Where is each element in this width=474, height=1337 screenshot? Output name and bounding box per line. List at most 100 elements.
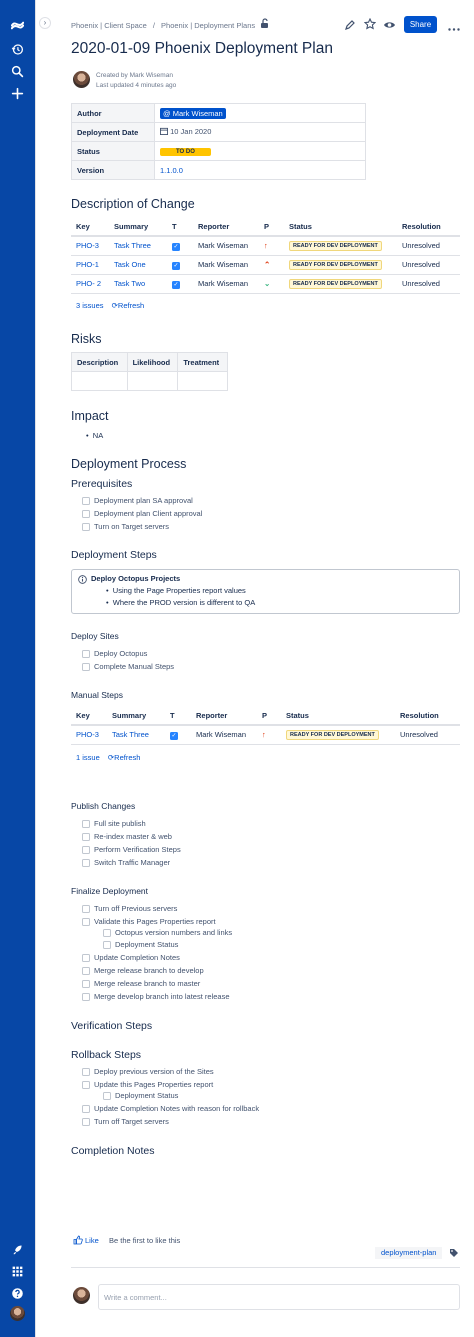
like-thumb-icon[interactable] <box>73 1235 83 1245</box>
task-checkbox[interactable] <box>103 928 111 937</box>
task-item[interactable]: Turn off Previous servers <box>82 904 177 913</box>
edit-pencil-icon[interactable] <box>344 19 356 31</box>
task-item[interactable]: Update this Pages Properties report <box>82 1080 213 1089</box>
task-checkbox[interactable] <box>82 509 90 518</box>
more-actions-icon[interactable] <box>448 24 460 31</box>
col-summary[interactable]: Summary <box>109 218 167 237</box>
task-checkbox[interactable] <box>82 819 90 828</box>
task-checkbox[interactable] <box>82 649 90 658</box>
help-icon[interactable] <box>9 1285 26 1302</box>
task-item[interactable]: Update Completion Notes <box>82 953 180 962</box>
calendar-icon <box>160 127 168 137</box>
issue-key[interactable]: PHO-1 <box>71 255 109 275</box>
like-button[interactable]: Like <box>85 1236 99 1245</box>
issue-count-link[interactable]: 1 issue <box>76 753 100 762</box>
task-item[interactable]: Deployment plan SA approval <box>82 496 193 505</box>
col-summary[interactable]: Summary <box>107 707 165 726</box>
watch-eye-icon[interactable] <box>383 19 396 31</box>
task-checkbox[interactable] <box>82 1117 90 1126</box>
label-tag[interactable]: deployment-plan <box>375 1247 443 1259</box>
issue-summary[interactable]: Task One <box>109 255 167 275</box>
task-item[interactable]: Switch Traffic Manager <box>82 858 170 867</box>
task-checkbox[interactable] <box>82 832 90 841</box>
task-checkbox[interactable] <box>82 1104 90 1113</box>
breadcrumb-space[interactable]: Phoenix | Client Space <box>71 21 147 30</box>
col-resolution[interactable]: Resolution <box>397 218 460 237</box>
refresh-link[interactable]: Refresh <box>118 301 144 310</box>
confluence-logo-icon[interactable] <box>9 17 26 34</box>
issue-summary[interactable]: Task Two <box>109 274 167 294</box>
col-type[interactable]: T <box>167 218 193 237</box>
task-subitem[interactable]: Deployment Status <box>103 1091 178 1100</box>
create-plus-icon[interactable] <box>9 85 26 102</box>
task-item[interactable]: Re-index master & web <box>82 832 172 841</box>
deployment-date-value[interactable]: 10 Jan 2020 <box>170 127 211 136</box>
task-checkbox[interactable] <box>82 992 90 1001</box>
task-item[interactable]: Turn off Target servers <box>82 1117 169 1126</box>
task-item[interactable]: Merge release branch to master <box>82 979 200 988</box>
star-icon[interactable] <box>363 17 377 30</box>
task-checkbox[interactable] <box>82 966 90 975</box>
comment-input[interactable]: Write a comment... <box>98 1284 460 1310</box>
task-item[interactable]: Validate this Pages Properties report <box>82 917 216 926</box>
search-icon[interactable] <box>9 63 26 80</box>
author-mention[interactable]: @ Mark Wiseman <box>160 107 226 119</box>
task-subitem[interactable]: Octopus version numbers and links <box>103 928 232 937</box>
task-item[interactable]: Merge develop branch into latest release <box>82 992 230 1001</box>
col-status[interactable]: Status <box>281 707 395 726</box>
issue-key[interactable]: PHO-3 <box>71 725 107 745</box>
task-item[interactable]: Complete Manual Steps <box>82 662 174 671</box>
author-avatar[interactable] <box>73 71 90 88</box>
task-checkbox[interactable] <box>82 858 90 867</box>
col-reporter[interactable]: Reporter <box>191 707 257 726</box>
col-priority[interactable]: P <box>259 218 284 237</box>
task-checkbox[interactable] <box>103 1091 111 1100</box>
issue-key[interactable]: PHO- 2 <box>71 274 109 294</box>
issue-count-link[interactable]: 3 issues <box>76 301 104 310</box>
last-updated[interactable]: Last updated 4 minutes ago <box>96 82 176 89</box>
breadcrumb-parent[interactable]: Phoenix | Deployment Plans <box>161 21 255 30</box>
issue-resolution: Unresolved <box>395 725 460 745</box>
issue-summary[interactable]: Task Three <box>109 236 167 256</box>
rocket-icon[interactable] <box>9 1241 26 1258</box>
col-type[interactable]: T <box>165 707 191 726</box>
task-checkbox[interactable] <box>82 522 90 531</box>
task-item[interactable]: Deploy previous version of the Sites <box>82 1067 214 1076</box>
col-reporter[interactable]: Reporter <box>193 218 259 237</box>
task-checkbox[interactable] <box>82 662 90 671</box>
app-switcher-icon[interactable] <box>9 1263 26 1280</box>
profile-avatar[interactable] <box>10 1306 25 1321</box>
task-checkbox[interactable] <box>82 496 90 505</box>
priority-highest-icon: ⌃ <box>259 255 284 275</box>
col-key[interactable]: Key <box>71 707 107 726</box>
task-checkbox[interactable] <box>82 845 90 854</box>
task-subitem[interactable]: Deployment Status <box>103 940 178 949</box>
task-item[interactable]: Deployment plan Client approval <box>82 509 202 518</box>
task-item[interactable]: Deploy Octopus <box>82 649 147 658</box>
task-item[interactable]: Perform Verification Steps <box>82 845 181 854</box>
col-status[interactable]: Status <box>284 218 397 237</box>
expand-sidebar-chevron-icon[interactable]: › <box>39 17 51 29</box>
restrictions-unlock-icon[interactable] <box>260 18 270 29</box>
task-item[interactable]: Full site publish <box>82 819 146 828</box>
col-key[interactable]: Key <box>71 218 109 237</box>
task-checkbox[interactable] <box>82 1067 90 1076</box>
task-checkbox[interactable] <box>82 1080 90 1089</box>
task-item[interactable]: Merge release branch to develop <box>82 966 204 975</box>
issue-summary[interactable]: Task Three <box>107 725 165 745</box>
task-checkbox[interactable] <box>82 917 90 926</box>
page-title: 2020-01-09 Phoenix Deployment Plan <box>71 40 333 57</box>
col-resolution[interactable]: Resolution <box>395 707 460 726</box>
task-checkbox[interactable] <box>103 940 111 949</box>
recent-history-icon[interactable] <box>9 41 26 58</box>
task-item[interactable]: Update Completion Notes with reason for … <box>82 1104 259 1113</box>
share-button[interactable]: Share <box>404 16 437 33</box>
col-priority[interactable]: P <box>257 707 281 726</box>
label-tag-icon[interactable] <box>449 1248 459 1258</box>
task-item[interactable]: Turn on Target servers <box>82 522 169 531</box>
issue-key[interactable]: PHO-3 <box>71 236 109 256</box>
refresh-link[interactable]: Refresh <box>114 753 140 762</box>
task-checkbox[interactable] <box>82 953 90 962</box>
task-checkbox[interactable] <box>82 979 90 988</box>
task-checkbox[interactable] <box>82 904 90 913</box>
